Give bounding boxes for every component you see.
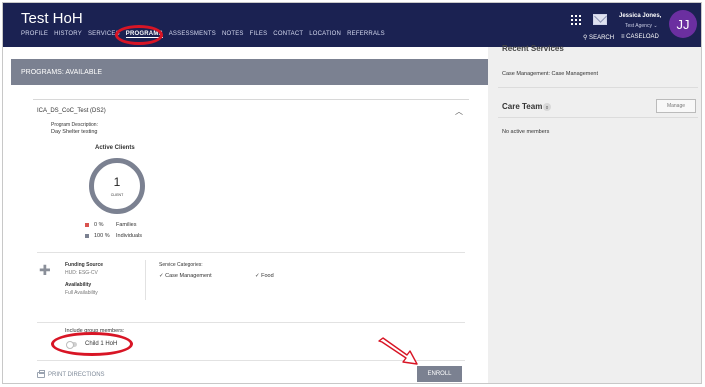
client-count-label: CLIENT bbox=[110, 193, 124, 197]
divider bbox=[37, 322, 465, 323]
nav-files[interactable]: FILES bbox=[250, 31, 268, 38]
printer-icon bbox=[37, 370, 45, 378]
legend-label-individuals: Individuals bbox=[116, 233, 142, 239]
recent-service-item[interactable]: Case Management: Case Management bbox=[502, 71, 598, 77]
annotation-arrow-icon bbox=[378, 337, 418, 365]
enroll-button[interactable]: ENROLL bbox=[417, 366, 462, 382]
annotation-circle-group-member bbox=[51, 332, 133, 356]
puzzle-icon: ✚ bbox=[39, 262, 51, 278]
active-clients-donut: 1 CLIENT bbox=[89, 158, 145, 214]
nav-contact[interactable]: CONTACT bbox=[273, 31, 303, 38]
client-nav: PROFILE HISTORY SERVICES PROGRAMS ASSESS… bbox=[21, 31, 385, 38]
legend-swatch-individuals bbox=[85, 234, 89, 238]
legend-families: 0 % Families bbox=[85, 222, 142, 228]
chevron-up-icon[interactable]: ︿ bbox=[455, 106, 463, 117]
divider bbox=[498, 87, 698, 88]
divider bbox=[498, 117, 698, 118]
service-category-food: ✓ Food bbox=[255, 273, 274, 279]
legend-pct-individuals: 100 % bbox=[94, 233, 110, 239]
program-description-label: Program Description: bbox=[51, 122, 98, 128]
app-window: Test HoH PROFILE HISTORY SERVICES PROGRA… bbox=[2, 2, 702, 384]
print-directions-label: PRINT DIRECTIONS bbox=[48, 372, 105, 378]
print-directions-link[interactable]: PRINT DIRECTIONS bbox=[37, 370, 105, 378]
care-team-empty-text: No active members bbox=[502, 129, 550, 135]
main-content: PROGRAMS: AVAILABLE ICA_DS_CoC_Test (DS2… bbox=[3, 47, 489, 383]
apps-grid-icon[interactable] bbox=[571, 15, 581, 25]
avatar[interactable]: JJ bbox=[669, 10, 697, 38]
top-header: Test HoH PROFILE HISTORY SERVICES PROGRA… bbox=[3, 3, 701, 47]
section-title: PROGRAMS: AVAILABLE bbox=[11, 59, 489, 85]
funding-source-value: HUD: ESG-CV bbox=[65, 270, 98, 276]
client-title: Test HoH bbox=[21, 10, 83, 27]
service-categories-label: Service Categories: bbox=[159, 262, 203, 268]
program-name: ICA_DS_CoC_Test (DS2) bbox=[37, 108, 106, 114]
recent-services-title: Recent Services bbox=[502, 44, 564, 53]
side-panel: Recent Services Case Management: Case Ma… bbox=[488, 44, 701, 383]
care-team-count-badge: 0 bbox=[543, 103, 551, 111]
clients-legend: 0 % Families 100 % Individuals bbox=[85, 222, 142, 244]
legend-pct-families: 0 % bbox=[94, 222, 104, 228]
availability-value: Full Availability bbox=[65, 290, 98, 296]
funding-source-label: Funding Source bbox=[65, 262, 104, 268]
availability-label: Availability bbox=[65, 282, 92, 288]
care-team-title: Care Team bbox=[502, 102, 543, 111]
mail-icon[interactable] bbox=[593, 14, 607, 25]
active-clients-title: Active Clients bbox=[95, 145, 135, 151]
user-name[interactable]: Jessica Jones, bbox=[619, 13, 661, 19]
search-link[interactable]: ⚲ SEARCH bbox=[583, 34, 614, 41]
divider bbox=[145, 260, 146, 300]
caseload-link[interactable]: ≡ CASELOAD bbox=[621, 34, 659, 40]
nav-notes[interactable]: NOTES bbox=[222, 31, 244, 38]
nav-history[interactable]: HISTORY bbox=[54, 31, 82, 38]
divider bbox=[37, 252, 465, 253]
legend-individuals: 100 % Individuals bbox=[85, 233, 142, 239]
program-card: ICA_DS_CoC_Test (DS2) ︿ Program Descript… bbox=[33, 99, 469, 369]
legend-label-families: Families bbox=[116, 222, 137, 228]
client-count: 1 bbox=[113, 175, 121, 189]
agency-selector[interactable]: Test Agency ⌄ bbox=[625, 23, 658, 29]
service-category-case-management: ✓ Case Management bbox=[159, 273, 212, 279]
nav-referrals[interactable]: REFERRALS bbox=[347, 31, 385, 38]
nav-profile[interactable]: PROFILE bbox=[21, 31, 48, 38]
nav-assessments[interactable]: ASSESSMENTS bbox=[169, 31, 216, 38]
program-description: Day Shelter testing bbox=[51, 129, 98, 135]
nav-location[interactable]: LOCATION bbox=[309, 31, 341, 38]
legend-swatch-families bbox=[85, 223, 89, 227]
manage-button[interactable]: Manage bbox=[656, 99, 696, 113]
annotation-circle-programs bbox=[115, 25, 163, 45]
